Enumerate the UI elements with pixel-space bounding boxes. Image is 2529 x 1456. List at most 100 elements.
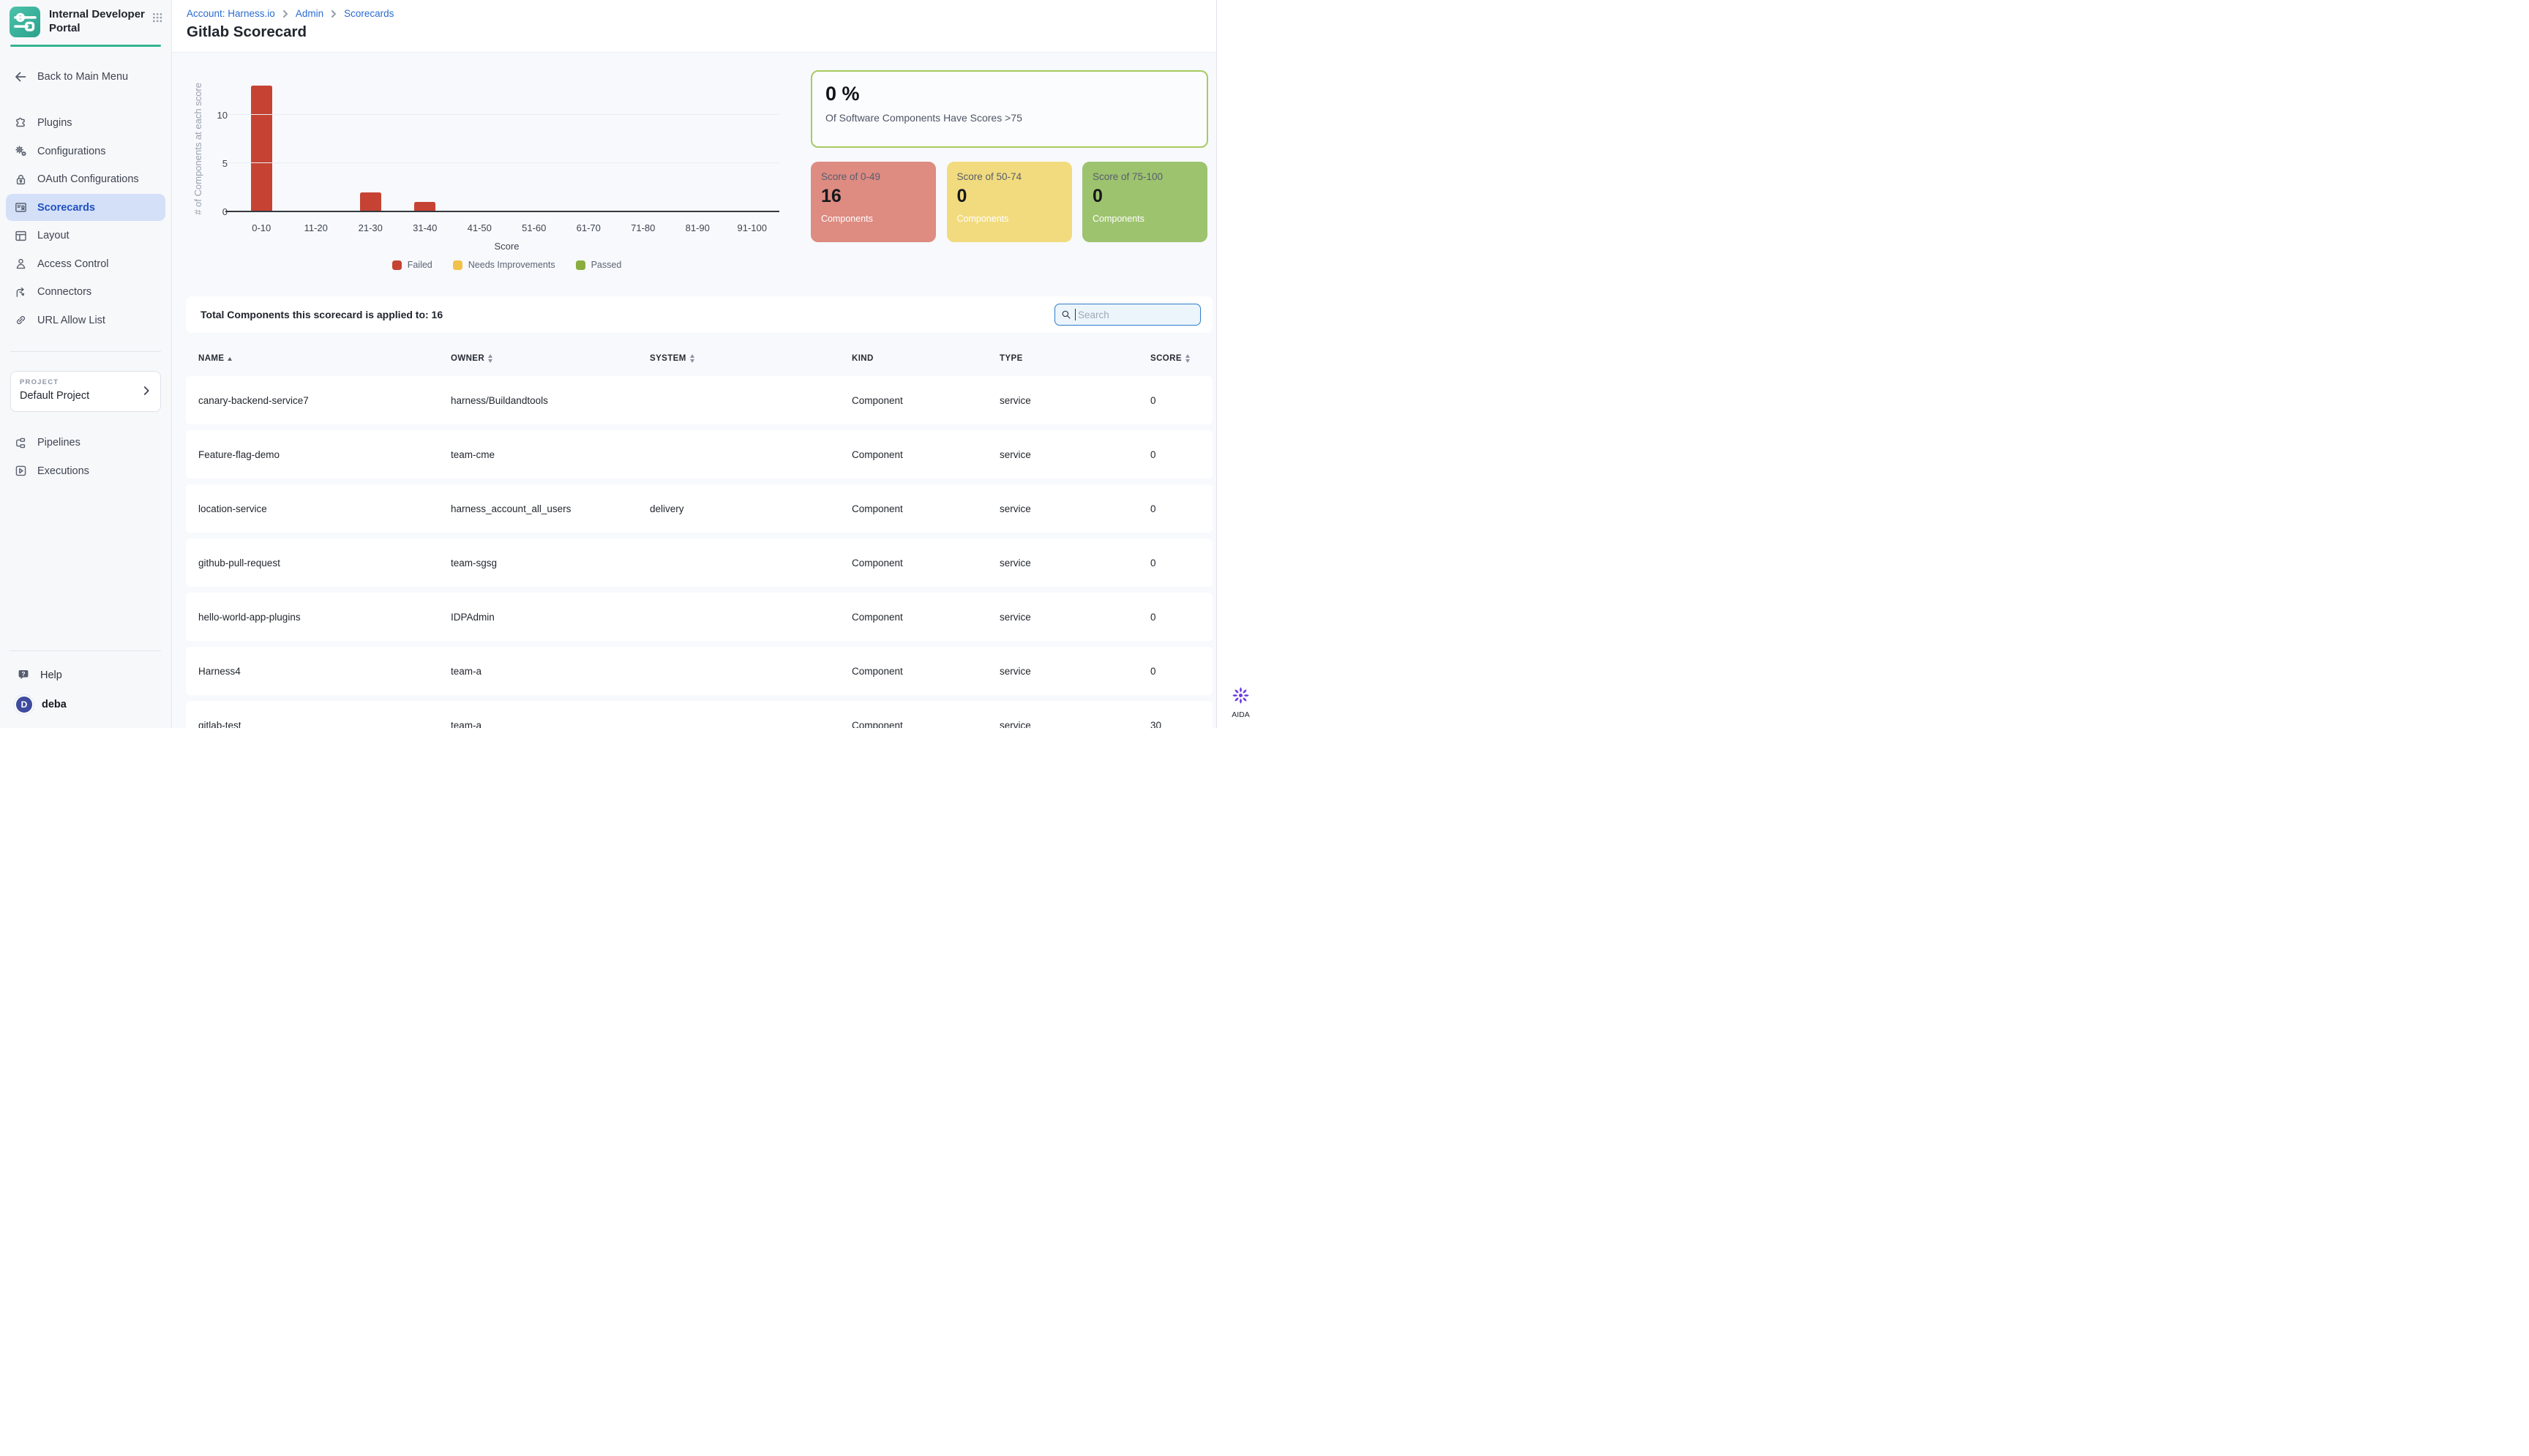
table-toolbar: Total Components this scorecard is appli… (186, 296, 1213, 333)
score-card-value: 0 (957, 186, 1062, 207)
executions-icon (14, 464, 28, 478)
sidebar-item-label: Plugins (37, 117, 72, 129)
sidebar-item-scorecards[interactable]: Scorecards (6, 194, 165, 221)
sort-icon (690, 354, 694, 363)
cell-owner: IDPAdmin (451, 612, 650, 623)
aida-button[interactable]: AIDA (1217, 686, 1264, 719)
x-axis-tick-label: 41-50 (452, 222, 507, 233)
sidebar-item-access-control[interactable]: Access Control (6, 250, 165, 277)
sidebar-item-configurations[interactable]: Configurations (6, 138, 165, 165)
cell-name: hello-world-app-plugins (198, 612, 451, 623)
column-header-kind[interactable]: KIND (852, 354, 1000, 363)
scorecards-icon (14, 200, 28, 214)
total-components-label: Total Components this scorecard is appli… (201, 309, 443, 320)
column-header-owner[interactable]: OWNER (451, 354, 650, 363)
breadcrumb-admin[interactable]: Admin (296, 8, 323, 19)
column-header-score[interactable]: SCORE (1150, 354, 1213, 363)
sidebar-item-label: Connectors (37, 286, 91, 298)
plugins-icon (14, 116, 28, 130)
bar-column (289, 86, 344, 211)
column-header-name[interactable]: NAME (198, 354, 451, 363)
main-area: Account: Harness.io Admin Scorecards Git… (172, 0, 1216, 728)
bar-21-30 (360, 192, 381, 211)
chart-y-axis-title: # of Components at each score (192, 86, 203, 211)
table-body: canary-backend-service7harness/Buildandt… (186, 376, 1213, 728)
score-card-label: Score of 75-100 (1093, 171, 1197, 182)
cell-kind: Component (852, 449, 1000, 460)
cell-name: canary-backend-service7 (198, 395, 451, 406)
y-axis-tick: 5 (200, 158, 228, 169)
legend-label: Failed (408, 260, 432, 270)
bar-column (561, 86, 616, 211)
column-header-label: TYPE (1000, 354, 1023, 363)
column-header-type[interactable]: TYPE (1000, 354, 1150, 363)
score-cards: Score of 0-4916ComponentsScore of 50-740… (811, 162, 1208, 242)
aida-label: AIDA (1232, 710, 1250, 719)
sidebar-item-label: Pipelines (37, 437, 80, 449)
table-row[interactable]: Harness4team-aComponentservice0 (186, 647, 1213, 695)
cell-type: service (1000, 558, 1150, 568)
cell-kind: Component (852, 395, 1000, 406)
table-row[interactable]: location-serviceharness_account_all_user… (186, 484, 1213, 533)
table-row[interactable]: gitlab-testteam-aComponentservice30 (186, 701, 1213, 728)
sidebar-item-label: Layout (37, 230, 70, 241)
pipelines-icon (14, 436, 28, 450)
x-axis-tick-label: 31-40 (398, 222, 453, 233)
content: # of Components at each score 0510 0-101… (172, 53, 1216, 728)
sidebar-item-plugins[interactable]: Plugins (6, 110, 165, 137)
bar-chart: 0510 (234, 86, 779, 211)
help-icon: ? (16, 668, 31, 683)
chart-baseline (225, 211, 779, 212)
bar-column (507, 86, 562, 211)
cell-kind: Component (852, 612, 1000, 623)
cell-type: service (1000, 612, 1150, 623)
cell-type: service (1000, 666, 1150, 677)
percent-caption: Of Software Components Have Scores >75 (825, 112, 1194, 124)
percent-card: 0 % Of Software Components Have Scores >… (811, 70, 1208, 148)
chart-legend: FailedNeeds ImprovementsPassed (234, 260, 779, 270)
breadcrumb-account[interactable]: Account: Harness.io (187, 8, 275, 19)
search-input[interactable] (1054, 304, 1201, 326)
y-axis-tick: 0 (200, 206, 228, 217)
table-row[interactable]: hello-world-app-pluginsIDPAdmin Component… (186, 593, 1213, 641)
apps-grid-icon[interactable] (152, 12, 162, 26)
table-row[interactable]: github-pull-requestteam-sgsg Componentser… (186, 539, 1213, 587)
sidebar-item-executions[interactable]: Executions (6, 457, 165, 484)
oauth-icon (14, 173, 28, 187)
cell-name: gitlab-test (198, 720, 451, 729)
breadcrumb: Account: Harness.io Admin Scorecards (187, 8, 1216, 19)
breadcrumb-scorecards[interactable]: Scorecards (344, 8, 394, 19)
table-row[interactable]: Feature-flag-demoteam-cmeComponentservic… (186, 430, 1213, 479)
sidebar-item-oauth-configurations[interactable]: OAuth Configurations (6, 166, 165, 193)
sidebar: Internal Developer Portal Back to Main M… (0, 0, 172, 728)
cell-name: github-pull-request (198, 558, 451, 568)
cell-name: location-service (198, 503, 451, 514)
x-axis-tick-label: 11-20 (289, 222, 344, 233)
x-axis-tick-label: 81-90 (670, 222, 725, 233)
project-selector[interactable]: PROJECT Default Project (10, 371, 161, 412)
sidebar-item-layout[interactable]: Layout (6, 222, 165, 249)
table-row[interactable]: canary-backend-service7harness/Buildandt… (186, 376, 1213, 424)
score-card-unit: Components (957, 214, 1062, 224)
cell-score: 30 (1150, 720, 1213, 729)
sidebar-item-pipelines[interactable]: Pipelines (6, 429, 165, 457)
x-axis-tick-label: 61-70 (561, 222, 616, 233)
x-axis-tick-label: 51-60 (507, 222, 562, 233)
help-button[interactable]: ? Help (0, 661, 171, 688)
back-to-main-menu[interactable]: Back to Main Menu (0, 69, 171, 85)
sidebar-project-menu: Pipelines Executions (0, 429, 171, 486)
sidebar-item-url-allow-list[interactable]: URL Allow List (6, 307, 165, 334)
cell-type: service (1000, 449, 1150, 460)
layout-icon (14, 229, 28, 243)
avatar: D (15, 695, 34, 714)
score-card-value: 16 (821, 186, 926, 207)
cell-owner: team-sgsg (451, 558, 650, 568)
x-axis-tick-label: 91-100 (725, 222, 780, 233)
app-logo-icon (10, 7, 40, 37)
column-header-system[interactable]: SYSTEM (650, 354, 852, 363)
column-header-label: KIND (852, 354, 874, 363)
sidebar-item-connectors[interactable]: Connectors (6, 279, 165, 306)
bar-column (670, 86, 725, 211)
user-menu[interactable]: D deba (0, 688, 171, 721)
cell-kind: Component (852, 558, 1000, 568)
